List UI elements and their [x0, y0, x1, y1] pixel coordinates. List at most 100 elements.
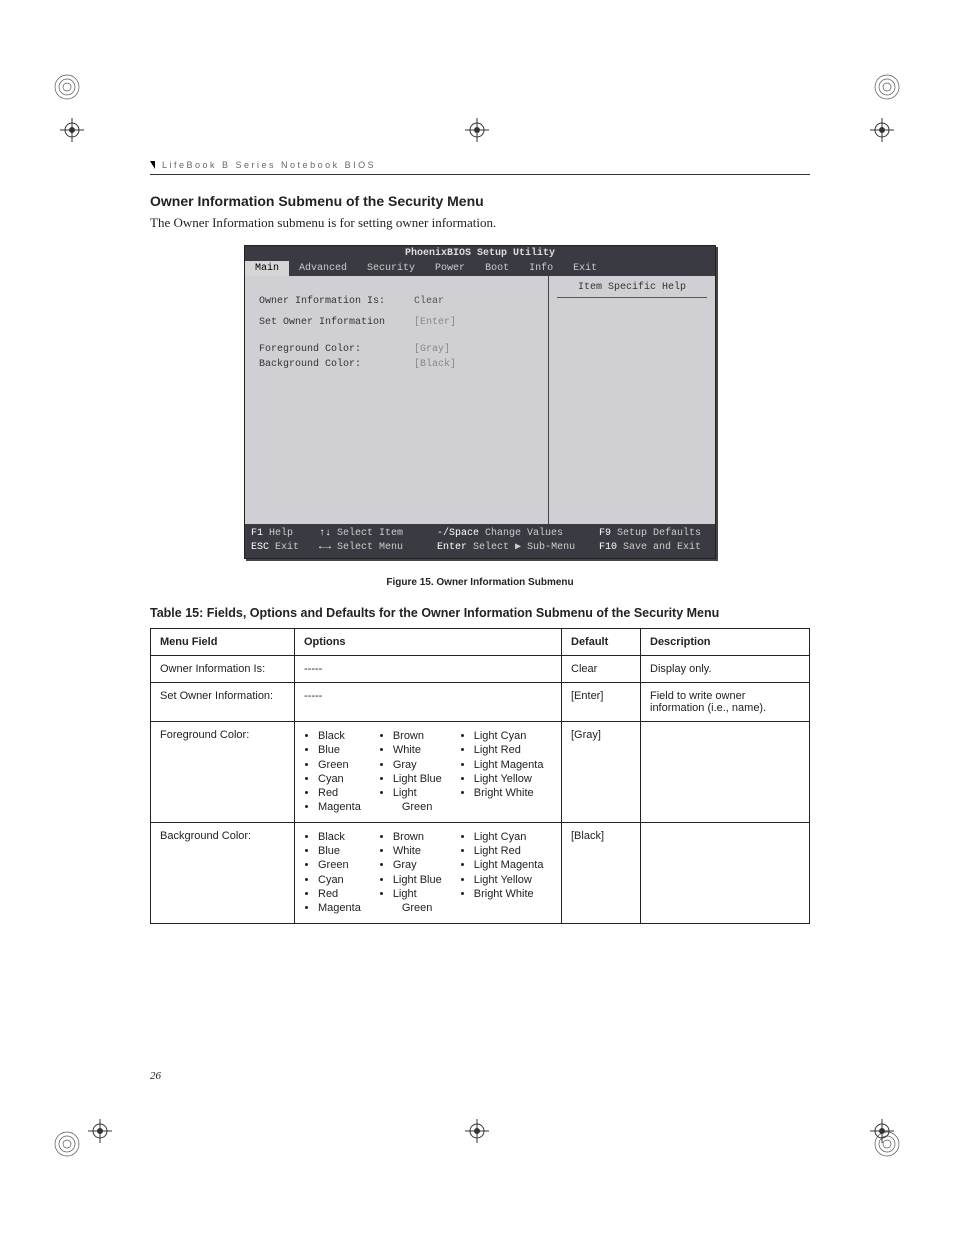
hotkey-label: Save and Exit [623, 542, 701, 553]
crosshair-icon [60, 118, 84, 146]
bios-footer: F1 Help ↑↓ Select Item -/Space Change Va… [245, 524, 715, 558]
cell-options: BlackBlueGreenCyanRedMagentaBrownWhiteGr… [295, 722, 562, 823]
bios-label: Foreground Color: [259, 344, 414, 355]
bios-tab-boot: Boot [475, 261, 519, 276]
cell-options: ----- [295, 683, 562, 722]
option-item: Blue [318, 743, 361, 757]
option-item: Black [318, 830, 361, 844]
cell-menu-field: Foreground Color: [151, 722, 295, 823]
option-item: Green [318, 858, 361, 872]
bios-tabs: Main Advanced Security Power Boot Info E… [245, 261, 715, 276]
crosshair-icon [870, 118, 894, 146]
option-item: Light Blue [393, 772, 442, 786]
option-item: Light Yellow [474, 873, 544, 887]
hotkey: F9 [599, 528, 611, 539]
option-item: Red [318, 887, 361, 901]
section-title: Owner Information Submenu of the Securit… [150, 193, 810, 209]
hotkey-label: Select Menu [337, 542, 403, 553]
option-item: Cyan [318, 873, 361, 887]
hotkey-label: Select Item [337, 528, 403, 539]
option-item: Light Yellow [474, 772, 544, 786]
option-item: Brown [393, 729, 442, 743]
option-item: Light Red [474, 743, 544, 757]
option-item: Light Magenta [474, 758, 544, 772]
running-header-text: LifeBook B Series Notebook BIOS [162, 160, 376, 170]
option-item: Light Magenta [474, 858, 544, 872]
hotkey: F1 [251, 528, 263, 539]
table-row: Set Owner Information:-----[Enter]Field … [151, 683, 810, 722]
hotkey-label: Change Values [485, 528, 563, 539]
option-item: Gray [393, 758, 442, 772]
option-item: White [393, 743, 442, 757]
table-row: Foreground Color:BlackBlueGreenCyanRedMa… [151, 722, 810, 823]
option-item: Brown [393, 830, 442, 844]
bios-tab-power: Power [425, 261, 475, 276]
bios-help-panel: Item Specific Help [548, 276, 715, 524]
cell-menu-field: Background Color: [151, 822, 295, 923]
bios-label: Set Owner Information [259, 317, 414, 328]
cell-options: BlackBlueGreenCyanRedMagenta BrownWhiteGr… [295, 822, 562, 923]
bios-value: [Enter] [414, 317, 456, 328]
cell-default: [Enter] [562, 683, 641, 722]
bios-label: Owner Information Is: [259, 296, 414, 307]
bios-row-owner-info: Owner Information Is: Clear [259, 296, 534, 307]
option-item: Magenta [318, 800, 361, 814]
th-default: Default [562, 629, 641, 656]
cell-description [641, 722, 810, 823]
bios-value: [Black] [414, 359, 456, 370]
option-item: Light Red [474, 844, 544, 858]
page-number: 26 [150, 1070, 161, 1082]
option-item: Red [318, 786, 361, 800]
th-description: Description [641, 629, 810, 656]
hotkey-label: Setup Defaults [617, 528, 701, 539]
bios-tab-security: Security [357, 261, 425, 276]
option-item: White [393, 844, 442, 858]
crosshair-icon [465, 1119, 489, 1147]
cell-description: Field to write owner information (i.e., … [641, 683, 810, 722]
bios-help-header: Item Specific Help [557, 282, 707, 298]
running-header: LifeBook B Series Notebook BIOS [150, 160, 810, 175]
option-item: Black [318, 729, 361, 743]
option-item: LightGreen [393, 887, 442, 916]
table-header-row: Menu Field Options Default Description [151, 629, 810, 656]
figure-caption: Figure 15. Owner Information Submenu [150, 577, 810, 588]
crosshair-icon [870, 1119, 894, 1147]
hotkey-label: Help [269, 528, 293, 539]
table-row: Owner Information Is:-----ClearDisplay o… [151, 656, 810, 683]
cell-description: Display only. [641, 656, 810, 683]
page-content: LifeBook B Series Notebook BIOS Owner In… [150, 160, 810, 924]
option-item: Light Blue [393, 873, 442, 887]
cell-default: Clear [562, 656, 641, 683]
reg-mark-icon [872, 72, 902, 106]
table-row: Background Color:BlackBlueGreenCyanRedMa… [151, 822, 810, 923]
reg-mark-icon [52, 72, 82, 106]
cell-menu-field: Owner Information Is: [151, 656, 295, 683]
cell-menu-field: Set Owner Information: [151, 683, 295, 722]
hotkey: F10 [599, 542, 617, 553]
bios-label: Background Color: [259, 359, 414, 370]
bios-tab-main: Main [245, 261, 289, 276]
option-item: Magenta [318, 901, 361, 915]
bios-fields: Owner Information Is: Clear Set Owner In… [245, 276, 548, 524]
triangle-marker-icon [150, 161, 155, 169]
bios-row-bg-color: Background Color: [Black] [259, 359, 534, 370]
hotkey: Enter [437, 542, 467, 553]
th-options: Options [295, 629, 562, 656]
cell-options: ----- [295, 656, 562, 683]
intro-paragraph: The Owner Information submenu is for set… [150, 215, 810, 231]
hotkey: -/Space [437, 528, 479, 539]
option-item: Light Cyan [474, 729, 544, 743]
hotkey: ←→ [319, 542, 331, 553]
cell-default: [Gray] [562, 722, 641, 823]
hotkey: ESC [251, 542, 269, 553]
crosshair-icon [88, 1119, 112, 1147]
th-menu-field: Menu Field [151, 629, 295, 656]
option-item: Gray [393, 858, 442, 872]
hotkey-label: Select ▶ Sub-Menu [473, 542, 575, 553]
option-item: Bright White [474, 786, 544, 800]
crosshair-icon [465, 118, 489, 146]
option-item: Blue [318, 844, 361, 858]
hotkey: ↑↓ [319, 528, 331, 539]
reg-mark-icon [52, 1129, 82, 1163]
option-item: Light Cyan [474, 830, 544, 844]
